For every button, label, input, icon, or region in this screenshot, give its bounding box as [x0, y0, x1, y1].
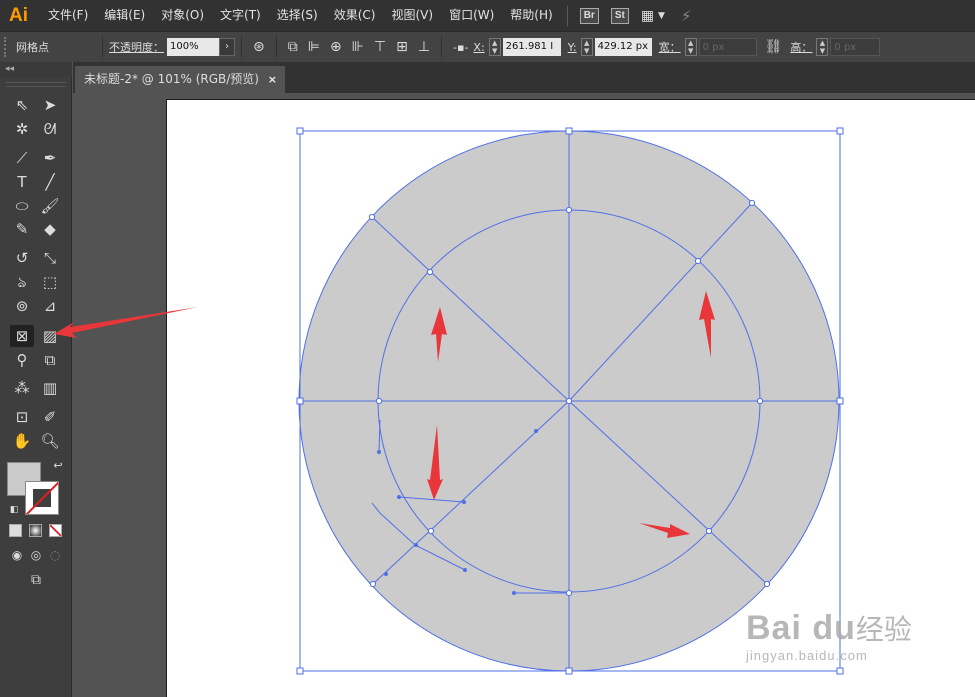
direction-handle-dot[interactable]: [384, 572, 388, 576]
watermark-cn: 经验: [855, 614, 912, 645]
bounding-box-handle[interactable]: [836, 397, 844, 405]
mesh-anchor-point[interactable]: [763, 580, 771, 588]
mesh-anchor-point[interactable]: [375, 397, 383, 405]
mesh-anchor-point[interactable]: [426, 268, 434, 276]
mesh-anchor-point[interactable]: [427, 527, 435, 535]
direction-handle-dot[interactable]: [512, 591, 516, 595]
bounding-box-handle[interactable]: [836, 127, 844, 135]
bounding-box-handle[interactable]: [565, 667, 573, 675]
artwork-canvas[interactable]: [0, 0, 975, 697]
mesh-anchor-point[interactable]: [565, 397, 573, 405]
mesh-anchor-point[interactable]: [748, 199, 756, 207]
watermark-url: jingyan.baidu.com: [746, 648, 868, 663]
bounding-box-handle[interactable]: [296, 667, 304, 675]
illustrator-window: Ai 文件(F) 编辑(E) 对象(O) 文字(T) 选择(S) 效果(C) 视…: [0, 0, 975, 697]
direction-handle-dot[interactable]: [414, 543, 418, 547]
direction-handle-dot[interactable]: [463, 568, 467, 572]
bounding-box-handle[interactable]: [836, 667, 844, 675]
red-annotation-arrow[interactable]: [54, 307, 198, 338]
direction-handle-dot[interactable]: [377, 450, 381, 454]
baidu-jingyan-watermark: Bai du经验 jingyan.baidu.com: [746, 608, 912, 663]
mesh-anchor-point[interactable]: [705, 527, 713, 535]
mesh-anchor-point[interactable]: [565, 206, 573, 214]
watermark-logo: Bai du: [746, 609, 856, 647]
direction-handle-dot[interactable]: [397, 495, 401, 499]
mesh-anchor-point[interactable]: [694, 257, 702, 265]
bounding-box-handle[interactable]: [296, 397, 304, 405]
direction-handle-dot[interactable]: [534, 429, 538, 433]
mesh-anchor-point[interactable]: [756, 397, 764, 405]
bounding-box-handle[interactable]: [296, 127, 304, 135]
mesh-anchor-point[interactable]: [368, 213, 376, 221]
bounding-box-handle[interactable]: [565, 127, 573, 135]
mesh-anchor-point[interactable]: [565, 589, 573, 597]
mesh-anchor-point[interactable]: [369, 580, 377, 588]
direction-handle-dot[interactable]: [462, 500, 466, 504]
